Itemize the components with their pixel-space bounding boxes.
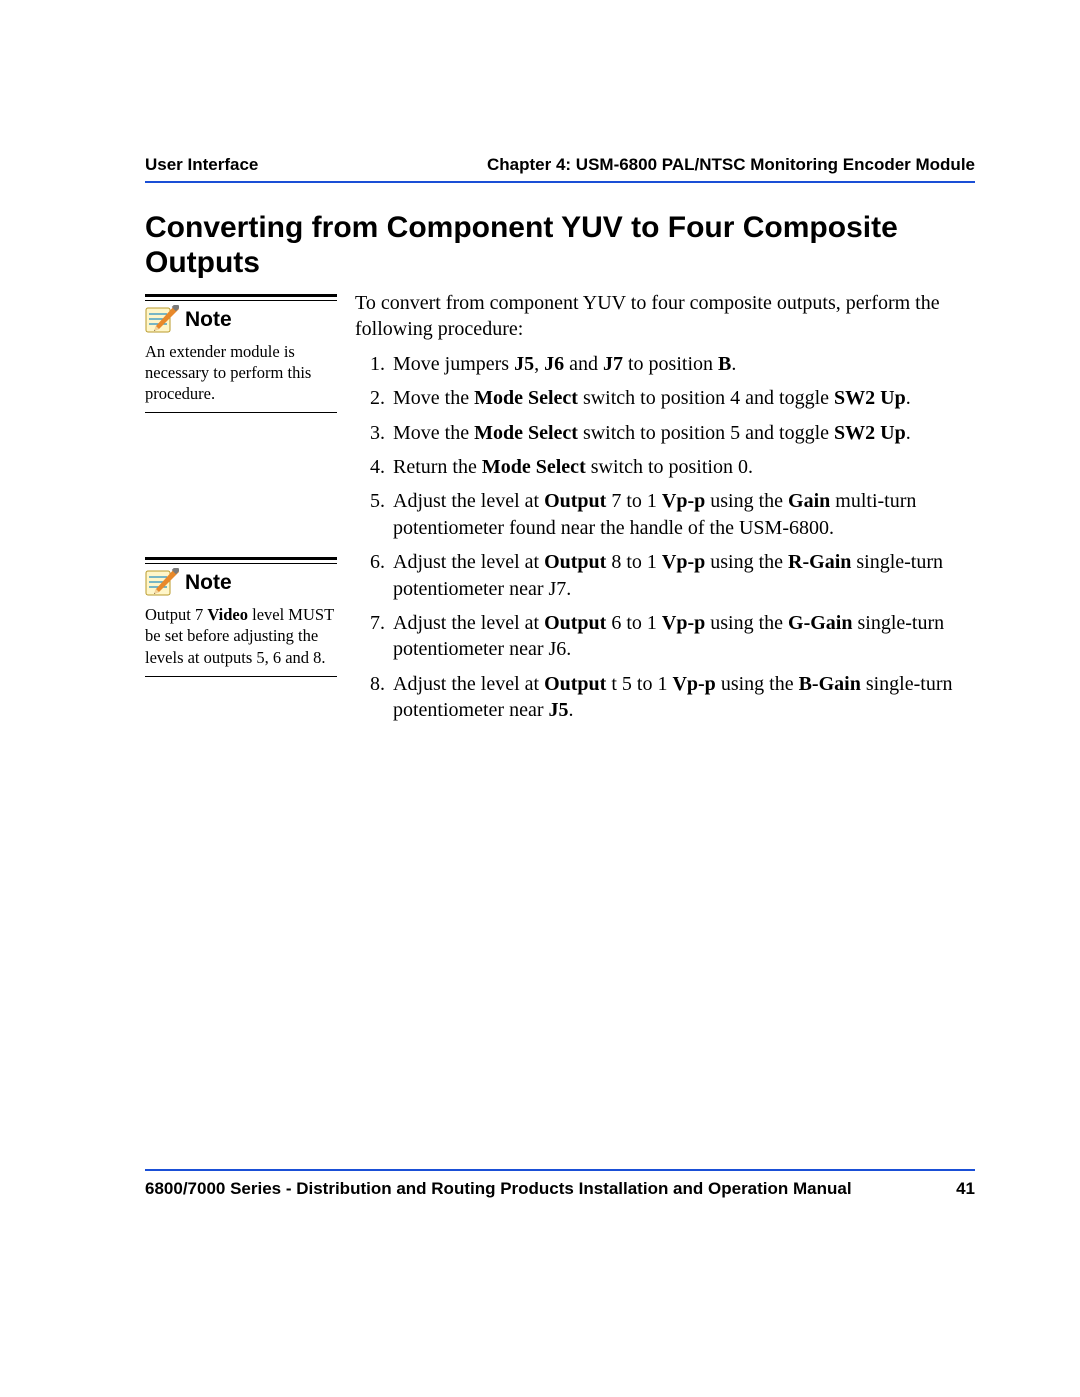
- footer-left: 6800/7000 Series - Distribution and Rout…: [145, 1179, 852, 1199]
- list-item: Adjust the level at Output t 5 to 1 Vp-p…: [391, 671, 975, 724]
- page-number: 41: [956, 1179, 975, 1199]
- list-item: Return the Mode Select switch to positio…: [391, 454, 975, 480]
- note-spacer: [145, 435, 337, 553]
- section-title: Converting from Component YUV to Four Co…: [145, 211, 975, 280]
- note-text: Output 7 Video level MUST be set before …: [145, 604, 337, 676]
- running-footer: 6800/7000 Series - Distribution and Rout…: [145, 1169, 975, 1199]
- header-right: Chapter 4: USM-6800 PAL/NTSC Monitoring …: [487, 155, 975, 175]
- list-item: Adjust the level at Output 6 to 1 Vp-p u…: [391, 610, 975, 663]
- note-label: Note: [185, 308, 232, 332]
- list-item: Move jumpers J5, J6 and J7 to position B…: [391, 351, 975, 377]
- header-left: User Interface: [145, 155, 258, 175]
- note-pencil-icon: [145, 305, 179, 335]
- body-columns: Note An extender module is necessary to …: [145, 290, 975, 731]
- list-item: Adjust the level at Output 7 to 1 Vp-p u…: [391, 488, 975, 541]
- intro-paragraph: To convert from component YUV to four co…: [355, 290, 975, 343]
- page: User Interface Chapter 4: USM-6800 PAL/N…: [0, 0, 1080, 1397]
- note-block: Note Output 7 Video level MUST be set be…: [145, 557, 337, 676]
- note-rule-heavy: Note: [145, 294, 337, 335]
- list-item: Move the Mode Select switch to position …: [391, 420, 975, 446]
- list-item: Move the Mode Select switch to position …: [391, 385, 975, 411]
- procedure-list: Move jumpers J5, J6 and J7 to position B…: [355, 351, 975, 724]
- note-block: Note An extender module is necessary to …: [145, 294, 337, 413]
- note-rule-heavy: Note: [145, 557, 337, 598]
- note-text: An extender module is necessary to perfo…: [145, 341, 337, 413]
- margin-column: Note An extender module is necessary to …: [145, 290, 355, 699]
- note-header: Note: [145, 300, 337, 335]
- main-column: To convert from component YUV to four co…: [355, 290, 975, 731]
- list-item: Adjust the level at Output 8 to 1 Vp-p u…: [391, 549, 975, 602]
- running-header: User Interface Chapter 4: USM-6800 PAL/N…: [145, 155, 975, 183]
- note-header: Note: [145, 563, 337, 598]
- note-pencil-icon: [145, 568, 179, 598]
- note-label: Note: [185, 571, 232, 595]
